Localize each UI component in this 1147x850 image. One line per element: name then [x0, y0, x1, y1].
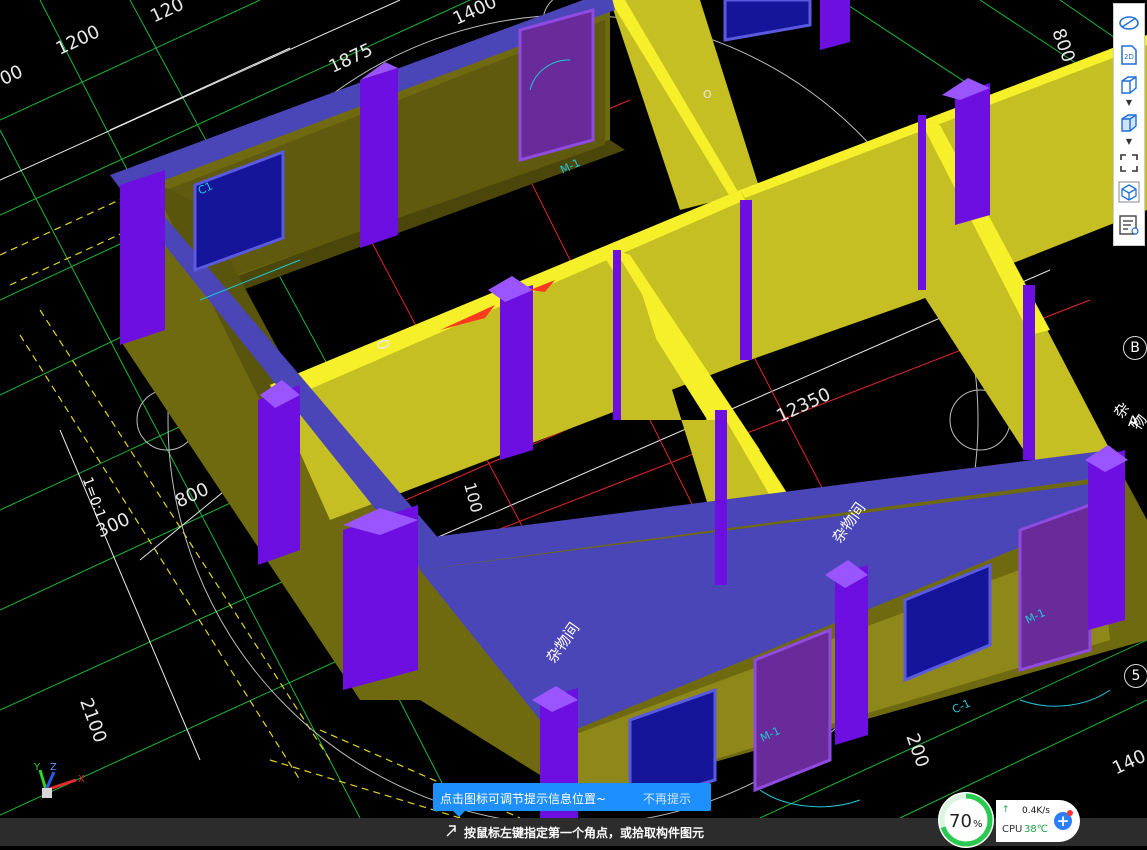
axis-marker-o: O	[703, 88, 712, 101]
axis-y-label: Y	[33, 762, 41, 773]
axis-gizmo: X Y Z	[33, 762, 85, 798]
axis-x-label: X	[78, 774, 85, 785]
cursor-icon	[446, 825, 456, 837]
upload-arrow-icon: ↑	[1002, 805, 1010, 815]
property-list-icon	[1119, 215, 1139, 235]
orbit-icon	[1119, 16, 1139, 30]
axis-marker-b: B	[1123, 336, 1147, 360]
performance-panel: ↑ 0.4K/s CPU 38℃ +	[996, 800, 1080, 842]
fullscreen-button[interactable]	[1118, 152, 1140, 174]
command-prompt: 按鼠标左键指定第一个角点，或拾取构件图元	[464, 826, 705, 840]
orbit-button[interactable]	[1118, 12, 1140, 34]
cube-solid-icon	[1121, 114, 1137, 132]
view-2d-icon: 2D	[1121, 45, 1137, 65]
notification-dot	[1067, 810, 1073, 816]
dont-show-again-link[interactable]: 不再提示	[643, 790, 691, 807]
fullscreen-icon	[1120, 154, 1138, 172]
view-3d-wireframe-button[interactable]	[1118, 74, 1140, 96]
chevron-down-icon[interactable]: ▼	[1123, 99, 1135, 107]
memory-percent: 70	[949, 811, 972, 832]
box-3d-icon	[1118, 181, 1140, 203]
view-2d-button[interactable]: 2D	[1118, 44, 1140, 66]
hint-popup[interactable]: 点击图标可调节提示信息位置~ 不再提示	[433, 783, 711, 817]
hint-pointer	[453, 811, 465, 817]
cad-viewport[interactable]: 1200 120 00 1875 1400 12350 800 300 2100…	[0, 0, 1147, 846]
axis-z-label: Z	[50, 762, 57, 773]
hint-text: 点击图标可调节提示信息位置~	[440, 792, 607, 806]
memory-usage-ring[interactable]: 70 %	[936, 790, 996, 850]
properties-button[interactable]	[1118, 214, 1140, 236]
axis-marker-5: 5	[1124, 664, 1147, 688]
3d-model-view[interactable]	[0, 0, 1147, 846]
view-toolbar: 2D ▼ ▼	[1113, 3, 1145, 246]
cpu-label: CPU	[1002, 824, 1023, 835]
3d-box-button[interactable]	[1118, 181, 1140, 203]
cpu-temperature: 38℃	[1024, 824, 1048, 835]
network-speed: 0.4K/s	[1022, 806, 1050, 816]
chevron-down-icon[interactable]: ▼	[1123, 138, 1135, 146]
memory-percent-sign: %	[973, 819, 983, 830]
axis-marker-a: A	[1128, 414, 1138, 430]
svg-text:2D: 2D	[1124, 53, 1134, 61]
view-3d-solid-button[interactable]	[1118, 112, 1140, 134]
cube-wireframe-icon	[1121, 76, 1137, 94]
